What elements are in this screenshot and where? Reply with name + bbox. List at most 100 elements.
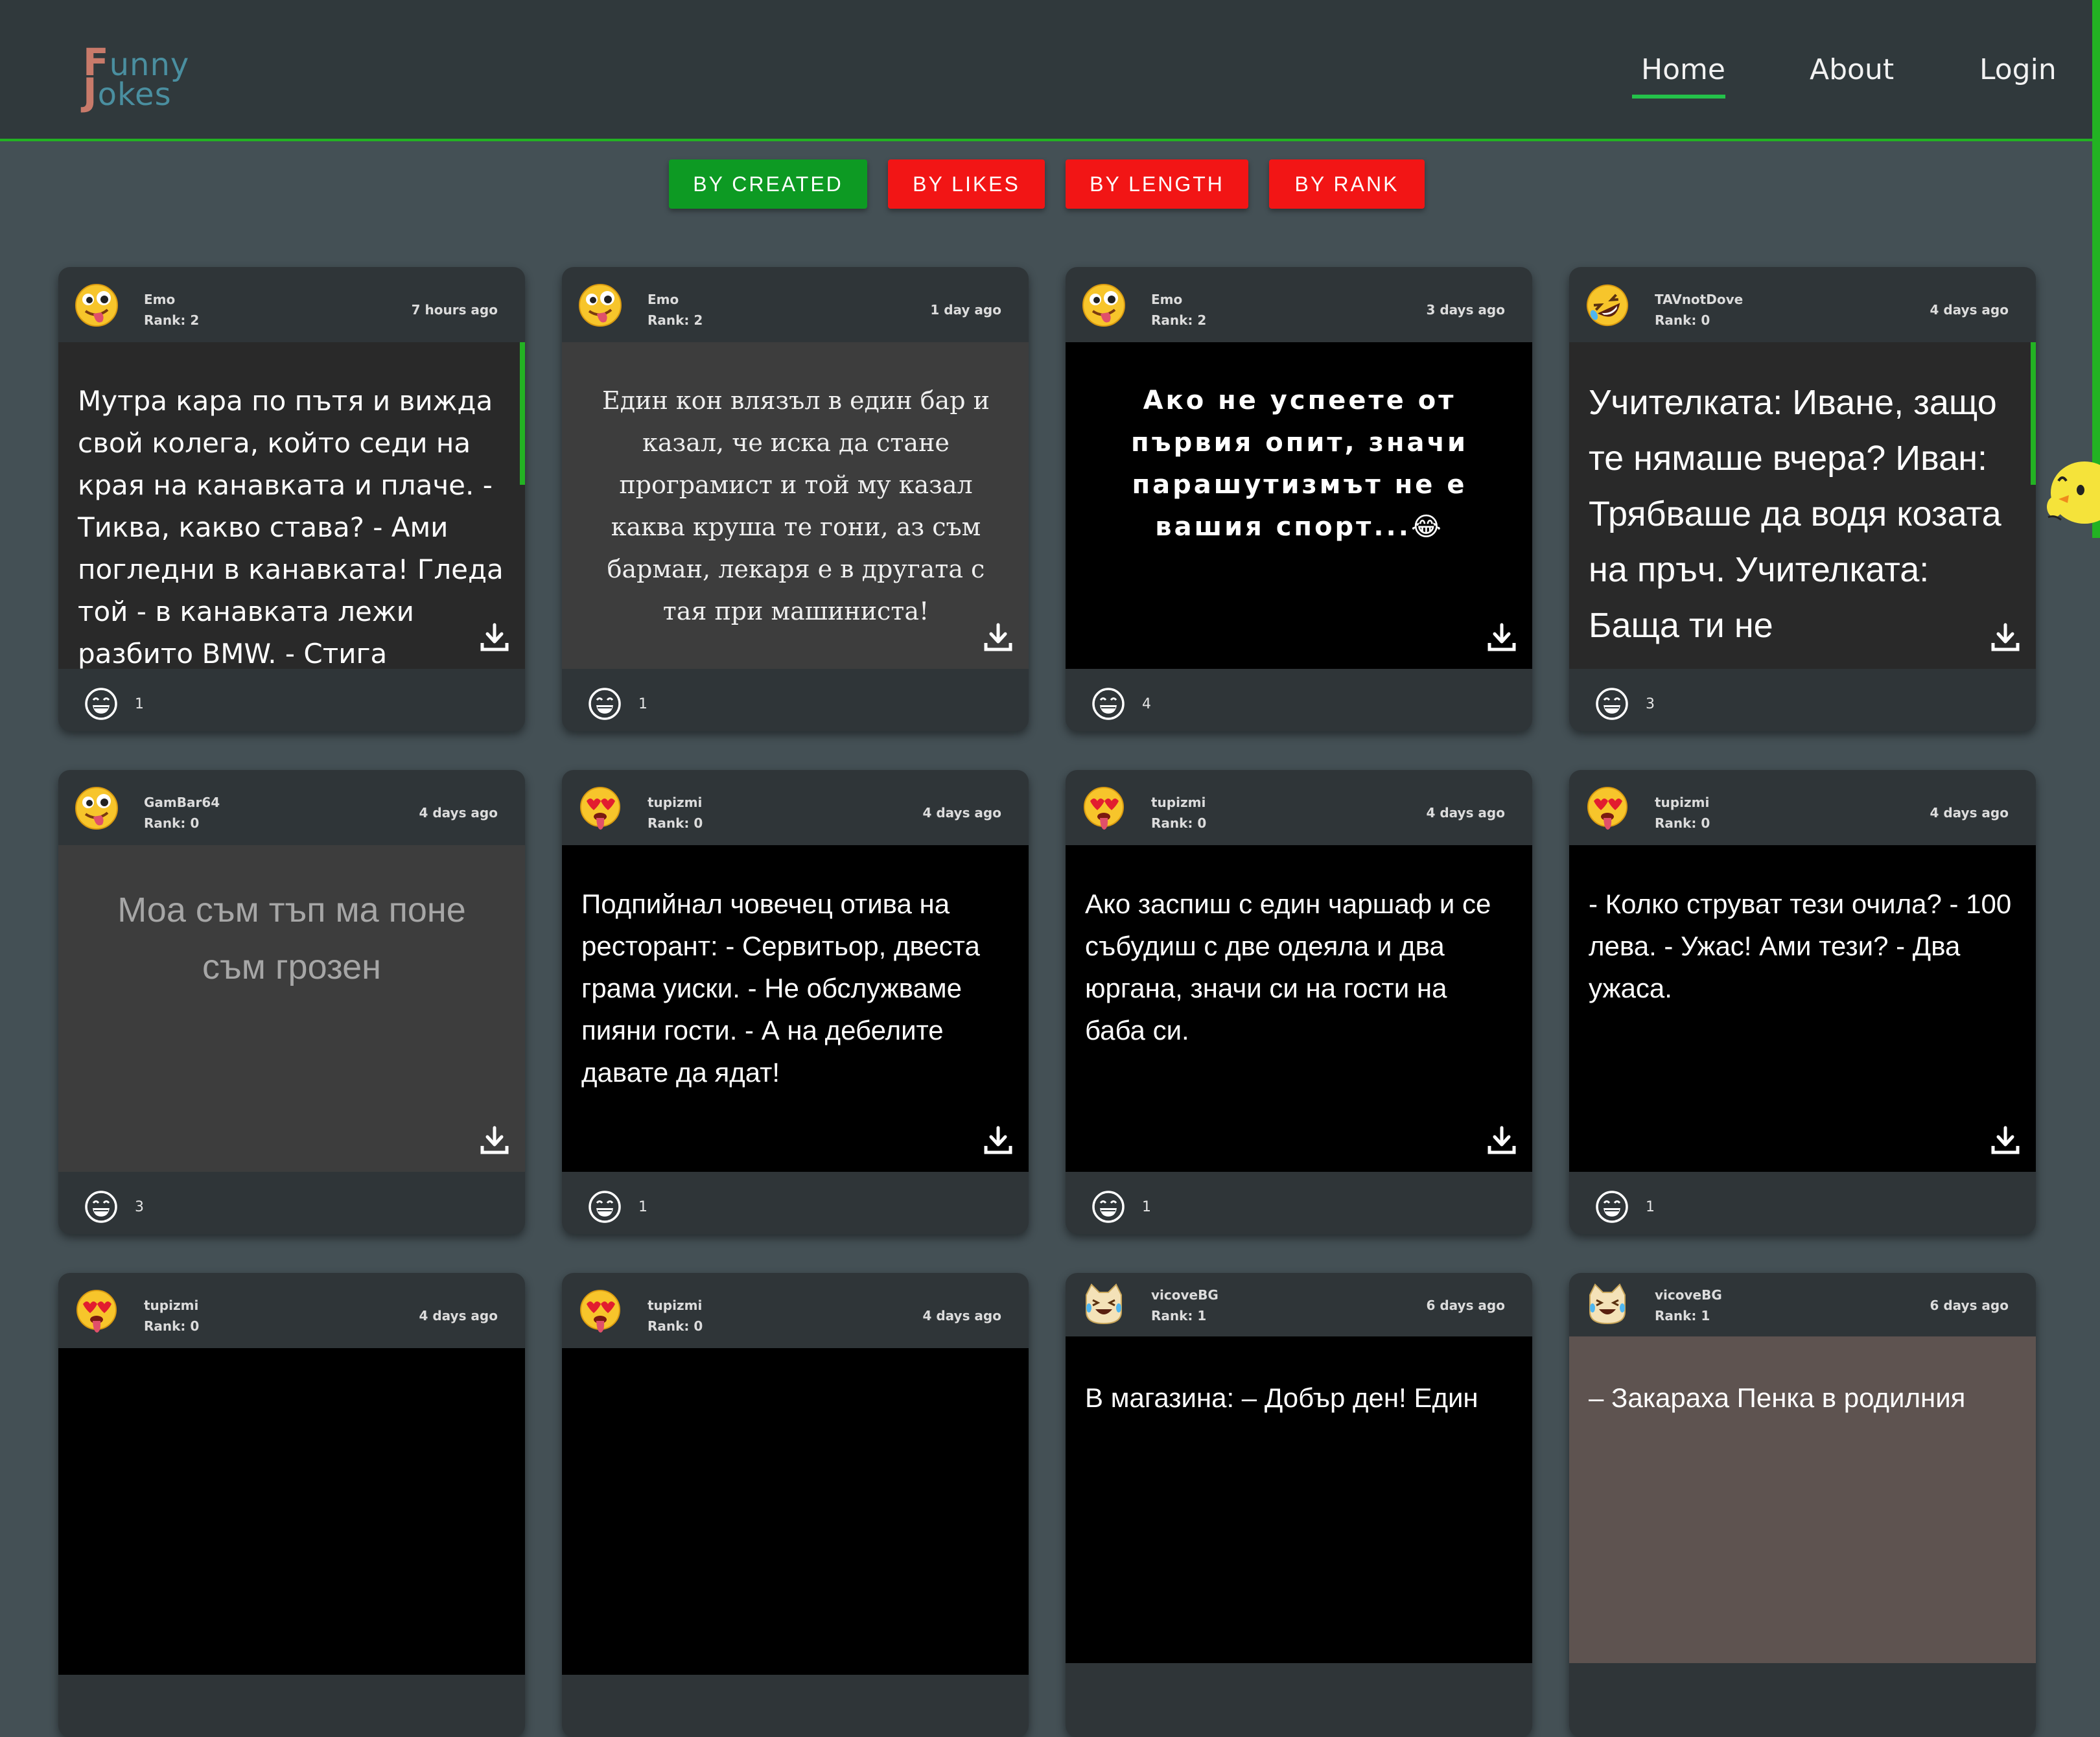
joke-text: Един кон влязъл в един бар и казал, че и… xyxy=(602,386,990,625)
download-icon[interactable] xyxy=(480,1125,509,1156)
joke-timestamp: 4 days ago xyxy=(419,1308,498,1323)
like-count: 1 xyxy=(638,1199,648,1215)
author-rank: Rank: 0 xyxy=(144,815,200,831)
joke-card-footer: 1 xyxy=(562,1172,1029,1234)
laugh-icon[interactable] xyxy=(1091,687,1125,721)
joke-author[interactable]: tupizmi xyxy=(1655,795,1709,810)
author-rank: Rank: 0 xyxy=(648,1318,703,1334)
author-rank: Rank: 2 xyxy=(648,312,703,328)
joke-body[interactable]: – Закараха Пенка в родилния xyxy=(1569,1336,2036,1663)
joke-author[interactable]: tupizmi xyxy=(144,1298,198,1313)
sort-by-rank-button[interactable]: BY RANK xyxy=(1269,159,1425,209)
sort-by-created-button[interactable]: BY CREATED xyxy=(669,159,867,209)
download-icon[interactable] xyxy=(1990,622,2020,653)
tongue-face-icon xyxy=(74,786,119,831)
laugh-icon[interactable] xyxy=(588,1190,622,1224)
author-rank: Rank: 0 xyxy=(1655,815,1710,831)
tongue-face-icon xyxy=(578,283,623,328)
joke-card: Emo Rank: 2 1 day ago Един кон влязъл в … xyxy=(562,267,1029,731)
download-icon[interactable] xyxy=(983,622,1013,653)
author-rank: Rank: 2 xyxy=(1151,312,1207,328)
joke-card-header: vicoveBG Rank: 1 6 days ago xyxy=(1569,1273,2036,1336)
joke-card-footer: 3 xyxy=(1569,669,2036,731)
joke-body[interactable]: Подпийнал човечец отива на ресторант: - … xyxy=(562,845,1029,1172)
laugh-icon[interactable] xyxy=(84,687,118,721)
joke-author[interactable]: GamBar64 xyxy=(144,795,220,810)
joke-body[interactable]: - Колко струват тези очила? - 100 лева. … xyxy=(1569,845,2036,1172)
laugh-icon[interactable] xyxy=(1595,1190,1629,1224)
joke-body[interactable] xyxy=(562,1348,1029,1675)
joke-card-header: GamBar64 Rank: 0 4 days ago xyxy=(58,770,525,845)
joke-body[interactable]: Учителката: Иване, защо те нямаше вчера?… xyxy=(1569,342,2036,669)
joke-timestamp: 4 days ago xyxy=(922,805,1001,821)
joke-text: Моа съм тъп ма поне съм грозен xyxy=(117,891,466,986)
download-icon[interactable] xyxy=(1487,622,1517,653)
joke-timestamp: 6 days ago xyxy=(1426,1298,1505,1313)
joke-author[interactable]: tupizmi xyxy=(648,1298,702,1313)
joke-body[interactable]: Ако заспиш с един чаршаф и се събудиш с … xyxy=(1066,845,1532,1172)
like-count: 1 xyxy=(135,696,144,712)
joke-text: Учителката: Иване, защо те нямаше вчера?… xyxy=(1589,383,2001,645)
joke-author[interactable]: vicoveBG xyxy=(1655,1287,1722,1303)
nav-home-link[interactable]: Home xyxy=(1641,53,1725,86)
joke-timestamp: 1 day ago xyxy=(930,302,1001,318)
joke-body[interactable]: Мутра кара по пътя и вижда свой колега, … xyxy=(58,342,525,669)
heart-eyes-tongue-icon xyxy=(578,1288,623,1334)
laughing-cat-icon xyxy=(1585,1282,1630,1327)
laugh-icon[interactable] xyxy=(84,1190,118,1224)
download-icon[interactable] xyxy=(1990,1125,2020,1156)
joke-author[interactable]: Emo xyxy=(1151,292,1182,307)
joke-body[interactable] xyxy=(58,1348,525,1675)
joke-text: – Закараха Пенка в родилния xyxy=(1589,1382,1966,1413)
top-navbar: Funny Jokes Home About Login xyxy=(0,0,2100,141)
like-count: 3 xyxy=(1646,696,1655,712)
author-rank: Rank: 1 xyxy=(1151,1308,1207,1323)
joke-text: Ако заспиш с един чаршаф и се събудиш с … xyxy=(1085,889,1491,1045)
joke-text: Мутра кара по пътя и вижда свой колега, … xyxy=(78,385,504,669)
joke-body[interactable]: Един кон влязъл в един бар и казал, че и… xyxy=(562,342,1029,669)
joke-card-header: Emo Rank: 2 1 day ago xyxy=(562,267,1029,342)
like-count: 4 xyxy=(1142,696,1151,712)
sort-by-likes-button[interactable]: BY LIKES xyxy=(888,159,1045,209)
nav-login-link[interactable]: Login xyxy=(1979,53,2057,86)
joke-text: Ако не успеете от първия опит, значи пар… xyxy=(1130,386,1469,542)
joke-author[interactable]: tupizmi xyxy=(1151,795,1206,810)
joke-author[interactable]: Emo xyxy=(648,292,679,307)
joke-text: В магазина: – Добър ден! Един xyxy=(1085,1382,1478,1413)
author-rank: Rank: 0 xyxy=(1655,312,1710,328)
joke-timestamp: 4 days ago xyxy=(922,1308,1001,1323)
joke-card: tupizmi Rank: 0 4 days ago Ако заспиш с … xyxy=(1066,770,1532,1234)
joke-scroll-indicator[interactable] xyxy=(2031,342,2036,485)
nav-about-link[interactable]: About xyxy=(1810,53,1894,86)
like-count: 3 xyxy=(135,1199,144,1215)
sort-by-length-button[interactable]: BY LENGTH xyxy=(1066,159,1248,209)
joke-card-header: tupizmi Rank: 0 4 days ago xyxy=(562,770,1029,845)
joke-author[interactable]: vicoveBG xyxy=(1151,1287,1219,1303)
logo-line-jokes: Jokes xyxy=(83,70,172,114)
joke-author[interactable]: tupizmi xyxy=(648,795,702,810)
joke-card-header: tupizmi Rank: 0 4 days ago xyxy=(1066,770,1532,845)
joke-timestamp: 4 days ago xyxy=(1930,302,2009,318)
laugh-icon[interactable] xyxy=(1091,1190,1125,1224)
joke-timestamp: 4 days ago xyxy=(419,805,498,821)
joke-body[interactable]: В магазина: – Добър ден! Един xyxy=(1066,1336,1532,1663)
joke-card-footer: 1 xyxy=(1066,1172,1532,1234)
joke-card-footer: 4 xyxy=(1066,669,1532,731)
joke-timestamp: 6 days ago xyxy=(1930,1298,2009,1313)
funny-jokes-logo[interactable]: Funny Jokes xyxy=(76,34,189,114)
joke-author[interactable]: TAVnotDove xyxy=(1655,292,1743,307)
joke-card-footer: 1 xyxy=(58,669,525,731)
laugh-icon[interactable] xyxy=(588,687,622,721)
joke-card-footer: 3 xyxy=(58,1172,525,1234)
laugh-icon[interactable] xyxy=(1595,687,1629,721)
download-icon[interactable] xyxy=(1487,1125,1517,1156)
joke-body[interactable]: Моа съм тъп ма поне съм грозен xyxy=(58,845,525,1172)
joke-body[interactable]: Ако не успеете от първия опит, значи пар… xyxy=(1066,342,1532,669)
download-icon[interactable] xyxy=(480,622,509,653)
joke-card: Emo Rank: 2 3 days ago Ако не успеете от… xyxy=(1066,267,1532,731)
download-icon[interactable] xyxy=(983,1125,1013,1156)
heart-eyes-tongue-icon xyxy=(74,1288,119,1334)
joke-scroll-indicator[interactable] xyxy=(520,342,525,485)
like-count: 1 xyxy=(1142,1199,1151,1215)
joke-author[interactable]: Emo xyxy=(144,292,175,307)
